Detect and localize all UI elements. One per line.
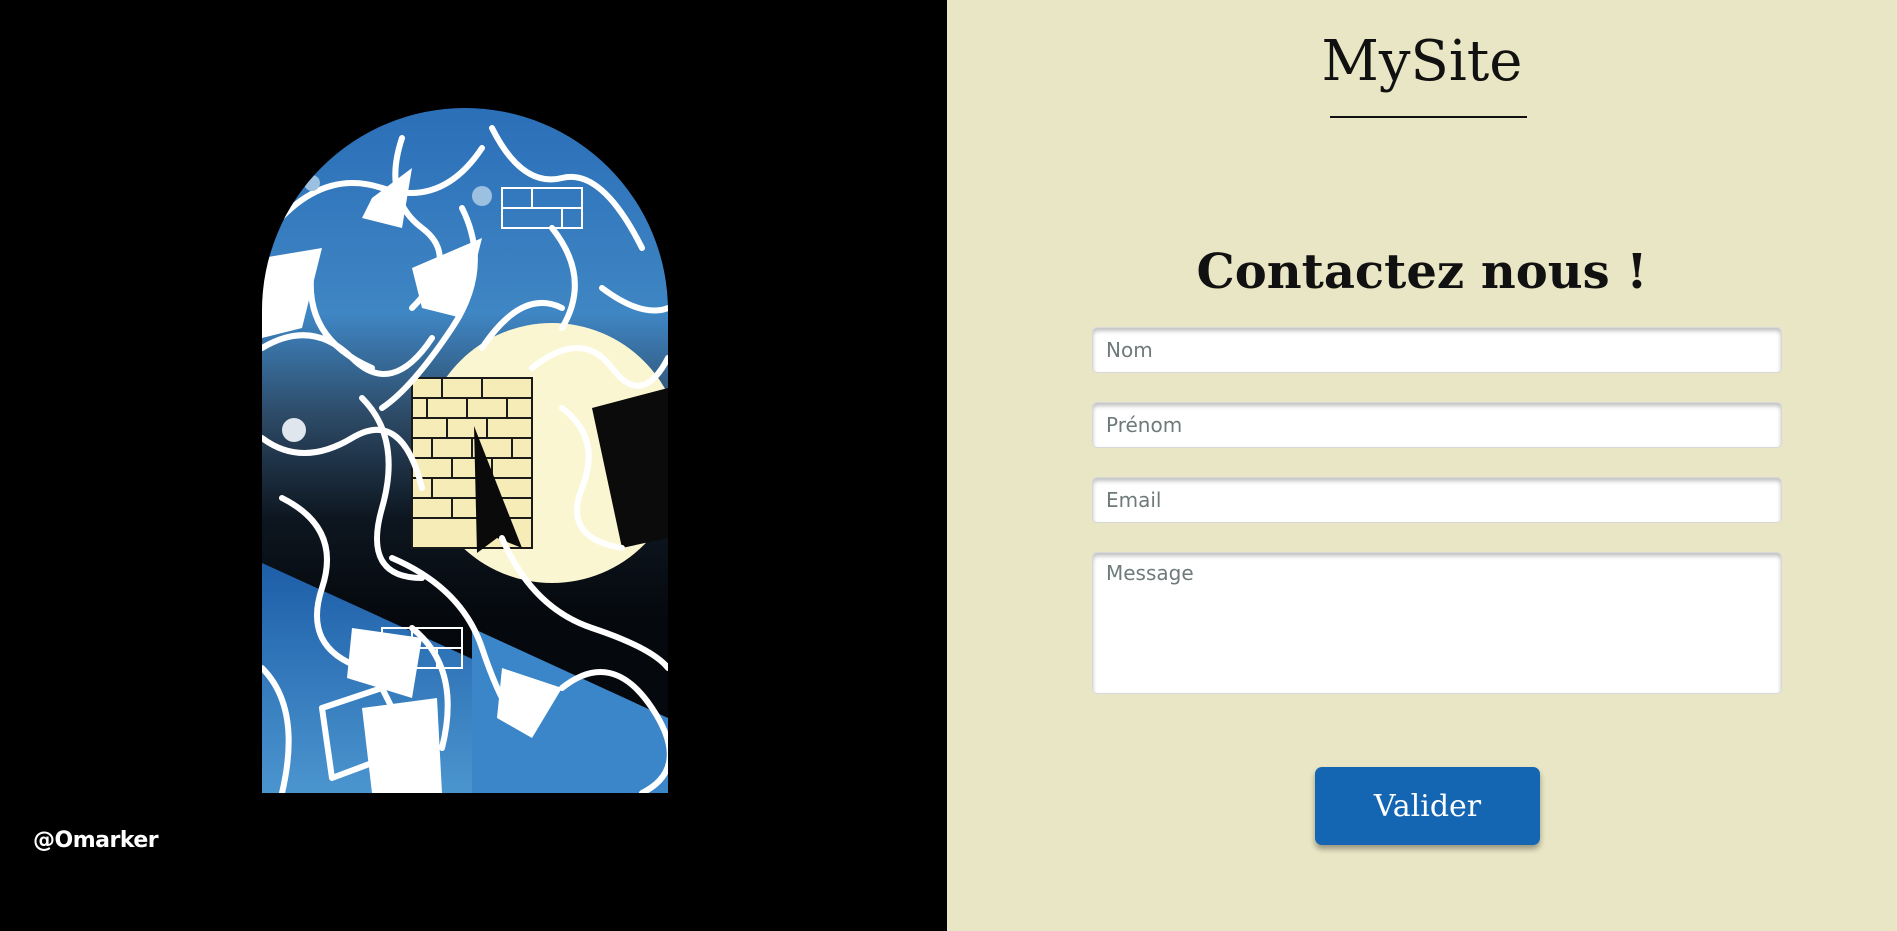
artwork-panel: @Omarker: [0, 0, 947, 931]
prenom-input[interactable]: [1092, 402, 1782, 448]
email-input[interactable]: [1092, 477, 1782, 523]
contact-heading: Contactez nous !: [1196, 244, 1648, 300]
site-title: MySite: [1321, 29, 1523, 94]
title-underline: [1330, 116, 1527, 118]
message-textarea[interactable]: [1092, 552, 1782, 694]
submit-button[interactable]: Valider: [1315, 767, 1540, 845]
nom-input[interactable]: [1092, 327, 1782, 373]
artist-credit: @Omarker: [33, 828, 159, 853]
contact-panel: MySite Contactez nous ! Valider: [947, 0, 1897, 931]
stained-glass-window-illustration: [262, 108, 668, 793]
